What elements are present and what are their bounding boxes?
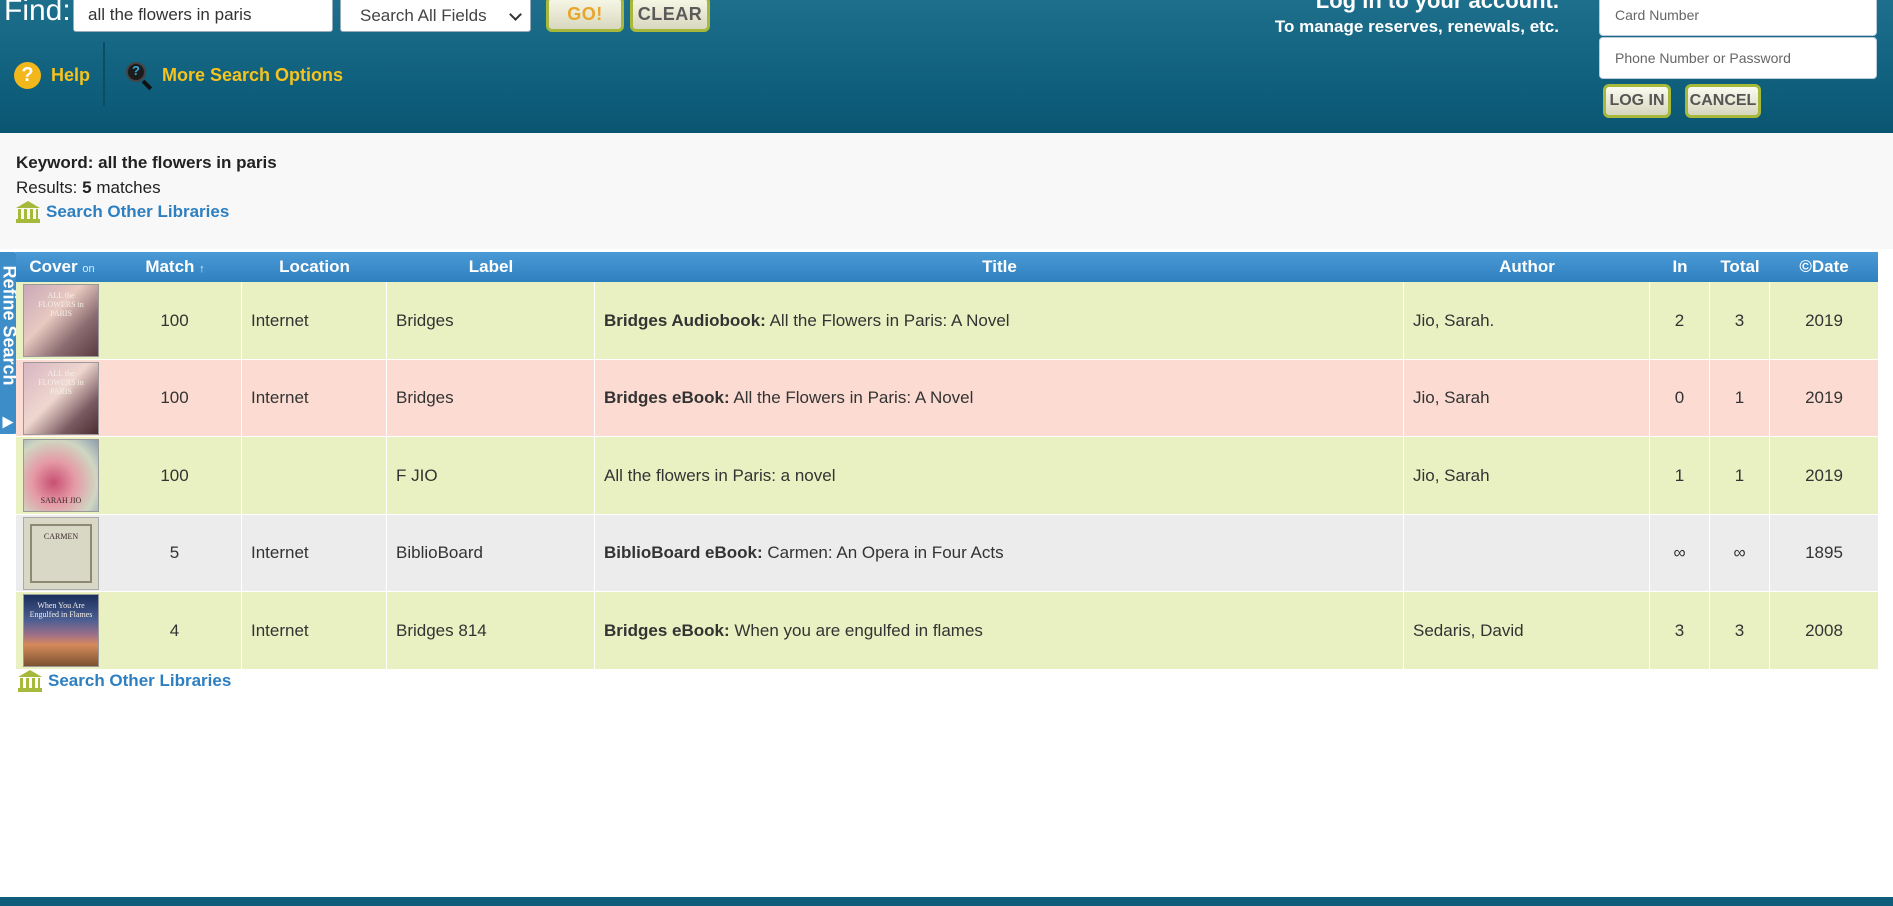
magnifier-icon: ? <box>124 60 154 91</box>
in-cell: 0 <box>1650 359 1710 437</box>
table-row[interactable]: ALL the FLOWERS in PARIS 100 Internet Br… <box>16 359 1878 438</box>
column-header-total[interactable]: Total <box>1710 252 1770 282</box>
label-cell: Bridges 814 <box>387 592 595 670</box>
in-cell: 3 <box>1650 592 1710 670</box>
column-header-cover[interactable]: Cover on <box>22 252 102 282</box>
location-cell: Internet <box>242 359 387 437</box>
login-button[interactable]: LOG IN <box>1603 84 1671 118</box>
location-cell: Internet <box>242 592 387 670</box>
keyword-heading: Keyword: all the flowers in paris <box>16 153 277 172</box>
date-cell: 1895 <box>1805 543 1843 563</box>
title-cell[interactable]: BiblioBoard eBook: Carmen: An Opera in F… <box>595 514 1404 592</box>
book-cover[interactable]: CARMEN <box>23 516 99 590</box>
column-header-date[interactable]: ©Date <box>1770 252 1878 282</box>
search-other-libraries-link[interactable]: Search Other Libraries <box>16 201 229 223</box>
total-cell: ∞ <box>1710 514 1770 592</box>
book-cover[interactable]: ALL the FLOWERS in PARIS <box>23 284 99 357</box>
search-field-select[interactable]: Search All Fields <box>340 0 531 32</box>
login-title: Log in to your account. <box>1315 0 1559 13</box>
in-cell: 1 <box>1650 437 1710 515</box>
library-icon <box>16 201 40 223</box>
book-cover[interactable]: When You Are Engulfed in Flames <box>23 594 99 668</box>
column-header-location[interactable]: Location <box>242 252 387 282</box>
column-header-title[interactable]: Title <box>595 252 1404 282</box>
clear-button[interactable]: CLEAR <box>630 0 710 32</box>
date-cell: 2019 <box>1805 388 1843 408</box>
label-cell: F JIO <box>387 437 595 515</box>
table-row[interactable]: CARMEN 5 Internet BiblioBoard BiblioBoar… <box>16 514 1878 593</box>
total-cell: 1 <box>1710 437 1770 515</box>
sort-asc-icon: ↑ <box>199 263 205 275</box>
search-other-libraries-link-bottom[interactable]: Search Other Libraries <box>18 670 231 692</box>
author-cell[interactable] <box>1404 514 1650 592</box>
author-cell[interactable]: Jio, Sarah <box>1404 437 1650 515</box>
date-cell: 2019 <box>1805 465 1843 485</box>
match-cell: 100 <box>108 437 242 515</box>
table-row[interactable]: When You Are Engulfed in Flames 4 Intern… <box>16 592 1878 670</box>
table-header: Cover on Match ↑ Location Label Title Au… <box>16 252 1878 282</box>
column-header-in[interactable]: In <box>1650 252 1710 282</box>
table-row[interactable]: SARAH JIO 100 F JIO All the flowers in P… <box>16 437 1878 515</box>
title-cell[interactable]: All the flowers in Paris: a novel <box>595 437 1404 515</box>
total-cell: 3 <box>1710 592 1770 670</box>
table-row[interactable]: ALL the FLOWERS in PARIS 100 Internet Br… <box>16 282 1878 360</box>
match-cell: 5 <box>108 514 242 592</box>
location-cell: Internet <box>242 514 387 592</box>
results-summary: Keyword: all the flowers in paris Result… <box>0 133 1893 249</box>
library-icon <box>18 670 42 692</box>
help-label: Help <box>51 65 91 85</box>
author-cell[interactable]: Jio, Sarah <box>1404 359 1650 437</box>
total-cell: 1 <box>1710 359 1770 437</box>
match-cell: 100 <box>108 359 242 437</box>
column-header-match[interactable]: Match ↑ <box>108 252 242 282</box>
login-subtitle: To manage reserves, renewals, etc. <box>1274 17 1559 36</box>
more-search-options-link[interactable]: ? More Search Options <box>124 60 344 91</box>
in-cell: 2 <box>1650 282 1710 359</box>
total-cell: 3 <box>1710 282 1770 359</box>
card-number-field[interactable]: Card Number <box>1599 0 1877 36</box>
password-field[interactable]: Phone Number or Password <box>1599 37 1877 79</box>
label-cell: BiblioBoard <box>387 514 595 592</box>
search-other-libraries-label: Search Other Libraries <box>48 671 232 690</box>
title-cell[interactable]: Bridges eBook: When you are engulfed in … <box>595 592 1404 670</box>
cancel-button[interactable]: CANCEL <box>1685 84 1761 118</box>
book-cover[interactable]: SARAH JIO <box>23 439 99 513</box>
label-cell: Bridges <box>387 359 595 437</box>
book-cover[interactable]: ALL the FLOWERS in PARIS <box>23 361 99 435</box>
cover-toggle[interactable]: on <box>82 263 94 275</box>
find-label: Find: <box>4 0 71 27</box>
match-cell: 100 <box>108 282 242 359</box>
footer-bar <box>0 897 1893 906</box>
author-cell[interactable]: Sedaris, David <box>1404 592 1650 670</box>
results-count-text: Results: 5 matches <box>16 178 161 197</box>
expand-arrow-icon <box>2 416 14 429</box>
column-header-label[interactable]: Label <box>387 252 595 282</box>
header-bar: Find: all the flowers in paris Search Al… <box>0 0 1893 133</box>
author-cell[interactable]: Jio, Sarah. <box>1404 282 1650 359</box>
column-header-author[interactable]: Author <box>1404 252 1650 282</box>
in-cell: ∞ <box>1650 514 1710 592</box>
more-search-options-label: More Search Options <box>162 64 344 85</box>
search-other-libraries-label: Search Other Libraries <box>46 202 230 221</box>
label-cell: Bridges <box>387 282 595 359</box>
help-icon: ? <box>14 62 41 89</box>
location-cell: Internet <box>242 282 387 359</box>
results-count: 5 <box>82 178 92 197</box>
date-cell: 2019 <box>1805 310 1843 330</box>
header-divider <box>103 42 105 106</box>
search-input[interactable]: all the flowers in paris <box>73 0 333 32</box>
location-cell <box>242 437 387 515</box>
search-field-select-value: Search All Fields <box>360 6 487 25</box>
title-cell[interactable]: Bridges Audiobook: All the Flowers in Pa… <box>595 282 1404 359</box>
match-cell: 4 <box>108 592 242 670</box>
help-link[interactable]: ? Help <box>14 62 90 89</box>
date-cell: 2008 <box>1805 620 1843 640</box>
results-table: Cover on Match ↑ Location Label Title Au… <box>16 252 1878 670</box>
title-cell[interactable]: Bridges eBook: All the Flowers in Paris:… <box>595 359 1404 437</box>
go-button[interactable]: GO! <box>546 0 624 32</box>
chevron-down-icon <box>509 8 522 21</box>
